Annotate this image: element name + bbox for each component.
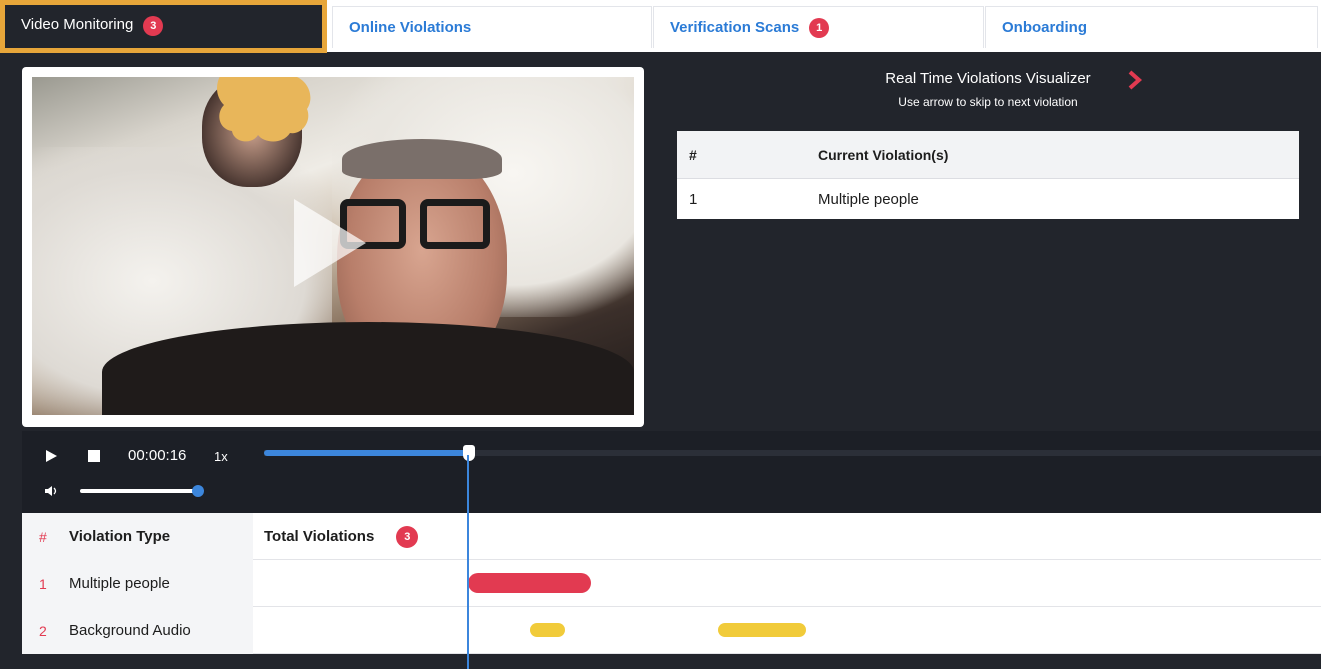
player-controls: 00:00:16 1x xyxy=(22,431,1321,513)
volume-slider[interactable] xyxy=(80,485,204,497)
volume-knob[interactable] xyxy=(191,485,204,497)
tab-label: Video Monitoring xyxy=(21,16,134,33)
tab-label: Online Violations xyxy=(349,19,472,36)
tab-bar: Video Monitoring 3 Online Violations Ver… xyxy=(0,0,1321,53)
tab-label: Onboarding xyxy=(1002,19,1087,36)
playhead-line xyxy=(467,455,469,669)
tab-verification-scans[interactable]: Verification Scans 1 xyxy=(653,6,984,48)
total-violations: Total Violations 3 xyxy=(264,513,419,560)
row-number: 1 xyxy=(39,575,47,592)
violation-segment[interactable] xyxy=(468,573,591,593)
tab-label: Verification Scans xyxy=(670,19,800,36)
play-icon[interactable] xyxy=(46,450,57,462)
visualizer-subtitle: Use arrow to skip to next violation xyxy=(898,95,1078,109)
column-header: Current Violation(s) xyxy=(818,146,949,163)
table-cell: 1 xyxy=(689,190,698,208)
timeline-label: 1 Multiple people xyxy=(22,560,253,607)
timeline-header: # Violation Type Total Violations 3 xyxy=(22,513,1321,560)
violations-timeline: # Violation Type Total Violations 3 1 Mu… xyxy=(22,513,1321,654)
tab-badge: 1 xyxy=(809,17,830,38)
video-frame xyxy=(22,67,644,427)
violation-type: Multiple people xyxy=(69,575,170,592)
visualizer-title: Real Time Violations Visualizer xyxy=(885,70,1091,87)
violation-segment[interactable] xyxy=(718,623,806,637)
violation-type: Background Audio xyxy=(69,622,191,639)
tab-onboarding[interactable]: Onboarding xyxy=(985,6,1318,48)
violation-segment[interactable] xyxy=(530,623,565,637)
current-violations-table: # Current Violation(s) 1 Multiple people xyxy=(677,131,1299,219)
video-content xyxy=(102,322,634,415)
chevron-right-icon[interactable] xyxy=(1125,70,1145,90)
video-play-overlay-icon[interactable] xyxy=(294,199,366,287)
video-content xyxy=(420,199,490,249)
tab-video-monitoring[interactable]: Video Monitoring 3 xyxy=(0,0,327,53)
volume-icon[interactable] xyxy=(44,485,60,497)
timeline-row: 1 Multiple people xyxy=(22,560,1321,607)
redaction-mark xyxy=(217,77,311,142)
playback-speed[interactable]: 1x xyxy=(214,449,228,464)
seek-progress xyxy=(264,450,470,456)
column-header: # xyxy=(689,146,697,163)
video-content xyxy=(342,139,502,179)
stop-icon[interactable] xyxy=(88,450,100,462)
row-number: 2 xyxy=(39,622,47,639)
row-number: # xyxy=(39,528,47,545)
video-player[interactable] xyxy=(32,77,634,415)
tab-badge: 3 xyxy=(143,16,164,36)
total-violations-badge: 3 xyxy=(396,525,419,548)
seek-bar[interactable] xyxy=(264,445,1321,461)
table-header: # Current Violation(s) xyxy=(677,131,1299,179)
violation-type-header: Violation Type xyxy=(69,528,171,545)
table-row: 1 Multiple people xyxy=(677,179,1299,219)
table-cell: Multiple people xyxy=(818,190,919,208)
timeline-row: 2 Background Audio xyxy=(22,607,1321,654)
tab-online-violations[interactable]: Online Violations xyxy=(332,6,652,48)
time-display: 00:00:16 xyxy=(128,447,187,464)
timeline-label: 2 Background Audio xyxy=(22,607,253,654)
total-violations-label: Total Violations xyxy=(264,528,375,545)
timeline-label: # Violation Type xyxy=(22,513,253,560)
seek-handle[interactable] xyxy=(463,445,476,461)
